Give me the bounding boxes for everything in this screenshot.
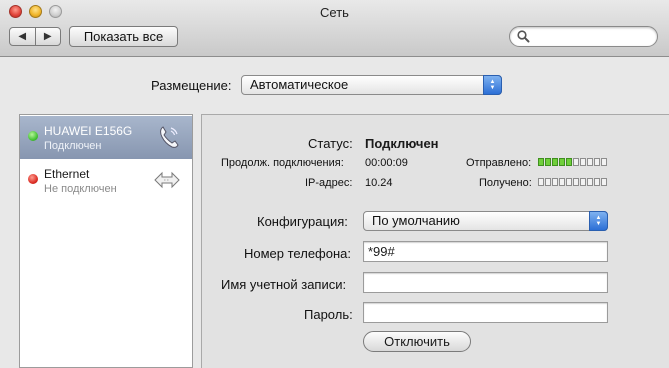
popup-arrows-icon: ▲ ▼ bbox=[483, 75, 502, 95]
config-value: По умолчанию bbox=[372, 213, 460, 228]
service-status: Подключен bbox=[44, 140, 102, 152]
received-activity-meter bbox=[538, 178, 607, 186]
meter-segment bbox=[594, 178, 600, 186]
location-value: Автоматическое bbox=[250, 77, 349, 92]
meter-segment bbox=[573, 178, 579, 186]
password-field[interactable] bbox=[363, 302, 608, 323]
service-name: HUAWEI E156G bbox=[44, 124, 133, 138]
ip-label: IP-адрес: bbox=[305, 177, 353, 189]
meter-segment bbox=[559, 178, 565, 186]
meter-segment bbox=[601, 158, 607, 166]
received-label: Получено: bbox=[479, 177, 532, 189]
service-name: Ethernet bbox=[44, 167, 90, 181]
duration-value: 00:00:09 bbox=[365, 157, 408, 169]
account-name-field[interactable] bbox=[363, 272, 608, 293]
status-label: Статус: bbox=[308, 136, 353, 151]
password-label: Пароль: bbox=[304, 307, 353, 322]
popup-arrows-icon: ▲ ▼ bbox=[589, 211, 608, 231]
window-toolbar: Сеть ◀ ▶ Показать все bbox=[0, 0, 669, 57]
meter-segment bbox=[601, 178, 607, 186]
status-value: Подключен bbox=[365, 136, 439, 151]
forward-arrow-icon: ▶ bbox=[43, 31, 52, 42]
config-label: Конфигурация: bbox=[257, 214, 348, 229]
meter-segment bbox=[587, 178, 593, 186]
sent-label: Отправлено: bbox=[466, 157, 532, 169]
service-list: HUAWEI E156G Подключен Ethernet Не подкл… bbox=[19, 114, 193, 368]
ethernet-arrows-icon bbox=[154, 171, 180, 189]
meter-segment bbox=[559, 158, 565, 166]
sent-activity-meter bbox=[538, 158, 607, 166]
configuration-popup[interactable]: По умолчанию ▲ ▼ bbox=[363, 211, 608, 231]
meter-segment bbox=[566, 158, 572, 166]
back-arrow-icon: ◀ bbox=[18, 31, 27, 42]
status-connected-icon bbox=[28, 131, 38, 141]
meter-segment bbox=[545, 178, 551, 186]
meter-segment bbox=[552, 158, 558, 166]
meter-segment bbox=[566, 178, 572, 186]
service-status: Не подключен bbox=[44, 183, 117, 195]
search-icon bbox=[517, 30, 530, 43]
forward-button[interactable]: ▶ bbox=[36, 28, 61, 45]
meter-segment bbox=[580, 158, 586, 166]
meter-segment bbox=[538, 178, 544, 186]
meter-segment bbox=[594, 158, 600, 166]
meter-segment bbox=[580, 178, 586, 186]
location-label: Размещение: bbox=[151, 78, 232, 93]
meter-segment bbox=[587, 158, 593, 166]
window-title: Сеть bbox=[320, 5, 349, 20]
show-all-button[interactable]: Показать все bbox=[69, 26, 178, 47]
ip-value: 10.24 bbox=[365, 177, 393, 189]
search-input[interactable] bbox=[509, 26, 658, 47]
meter-segment bbox=[545, 158, 551, 166]
meter-segment bbox=[552, 178, 558, 186]
account-name-label: Имя учетной записи: bbox=[221, 277, 347, 292]
service-item-ethernet[interactable]: Ethernet Не подключен bbox=[20, 159, 192, 202]
back-forward-control: ◀ ▶ bbox=[9, 27, 61, 46]
meter-segment bbox=[573, 158, 579, 166]
phone-number-label: Номер телефона: bbox=[244, 246, 351, 261]
phone-number-field[interactable]: *99# bbox=[363, 241, 608, 262]
meter-segment bbox=[538, 158, 544, 166]
disconnect-button[interactable]: Отключить bbox=[363, 331, 471, 352]
status-disconnected-icon bbox=[28, 174, 38, 184]
duration-label: Продолж. подключения: bbox=[221, 157, 344, 169]
back-button[interactable]: ◀ bbox=[10, 28, 36, 45]
service-item-huawei[interactable]: HUAWEI E156G Подключен bbox=[20, 116, 192, 159]
phone-icon bbox=[160, 126, 179, 148]
location-popup[interactable]: Автоматическое ▲ ▼ bbox=[241, 75, 502, 95]
